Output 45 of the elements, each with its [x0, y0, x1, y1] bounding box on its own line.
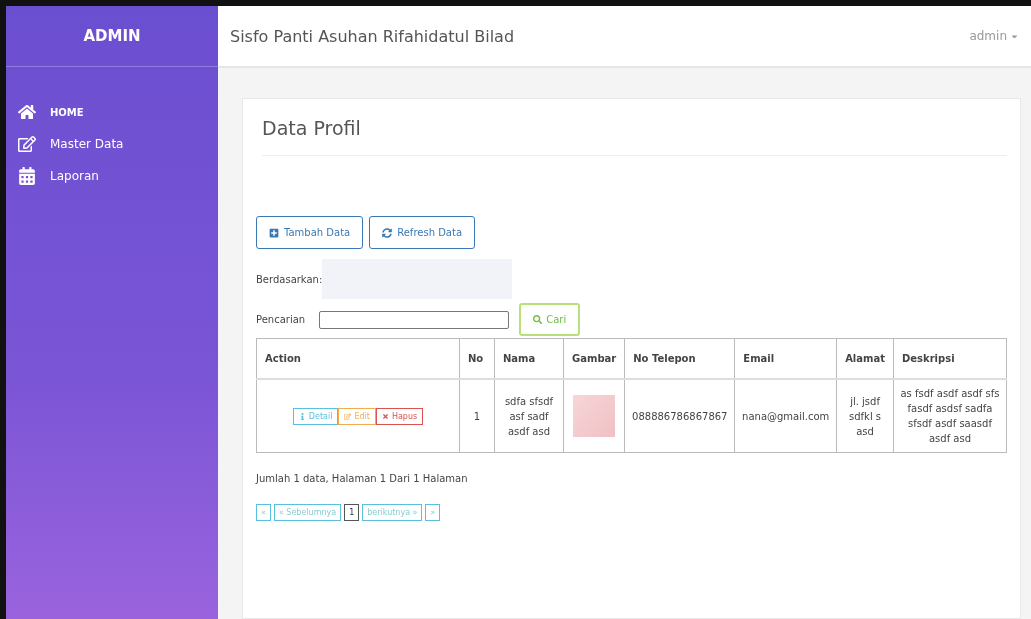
photo-placeholder — [573, 395, 616, 437]
edit-icon — [344, 412, 352, 420]
page-button[interactable]: berikutnya » — [362, 504, 423, 521]
detail-button[interactable]: Detail — [292, 407, 339, 425]
column-header: Deskripsi — [893, 338, 1007, 379]
page-button[interactable]: » — [425, 504, 441, 521]
table-cell: as fsdf asdf asdf sfs fasdf asdsf sadfa sfsdf asdf saasdf asdf asd — [893, 379, 1007, 453]
filter-label: Berdasarkan: — [256, 273, 323, 285]
table-cell: nana@gmail.com — [734, 379, 837, 453]
search-label: Pencarian — [256, 314, 306, 325]
page-button[interactable]: « Sebelumnya — [273, 504, 342, 521]
page-button[interactable]: 1 — [344, 504, 360, 521]
search-button[interactable]: Cari — [519, 303, 581, 336]
add-button[interactable]: Tambah Data — [256, 216, 364, 249]
edit-button[interactable]: Edit — [338, 407, 376, 425]
refresh-button[interactable]: Refresh Data — [369, 216, 476, 249]
column-header: Nama — [494, 338, 564, 379]
table-cell: 1 — [459, 379, 495, 453]
page-button[interactable]: « — [256, 504, 271, 521]
info-icon — [298, 412, 306, 420]
column-header: No — [459, 338, 495, 379]
search-icon — [533, 315, 543, 324]
calendar-icon — [18, 167, 36, 185]
home-icon — [18, 103, 36, 121]
column-header: Email — [734, 338, 837, 379]
refresh-icon — [382, 227, 393, 238]
column-header: Alamat — [836, 338, 894, 379]
column-header: No Telepon — [624, 338, 735, 379]
sidebar-item[interactable]: Master Data — [18, 135, 218, 153]
sidebar-item[interactable]: Laporan — [18, 167, 218, 185]
table-cell: sdfa sfsdf asf sadf asdf asd — [494, 379, 564, 453]
close-icon — [381, 412, 389, 420]
summary-text: Jumlah 1 data, Halaman 1 Dari 1 Halaman — [256, 473, 469, 484]
app-title: Sisfo Panti Asuhan Rifahidatul Bilad — [230, 26, 515, 46]
page-title: Data Profil — [262, 117, 1007, 156]
table-cell: 088886786867867 — [624, 379, 735, 453]
column-header: Action — [256, 338, 460, 379]
column-header: Gambar — [563, 338, 625, 379]
search-field[interactable] — [319, 310, 510, 329]
plus-icon — [269, 227, 279, 238]
user-menu[interactable]: admin — [969, 29, 1019, 43]
edit-icon — [18, 135, 36, 153]
delete-button[interactable]: Hapus — [375, 407, 424, 425]
sidebar-item[interactable]: HOME — [18, 103, 218, 121]
table-cell: jl. jsdf sdfkl s asd — [836, 379, 894, 453]
